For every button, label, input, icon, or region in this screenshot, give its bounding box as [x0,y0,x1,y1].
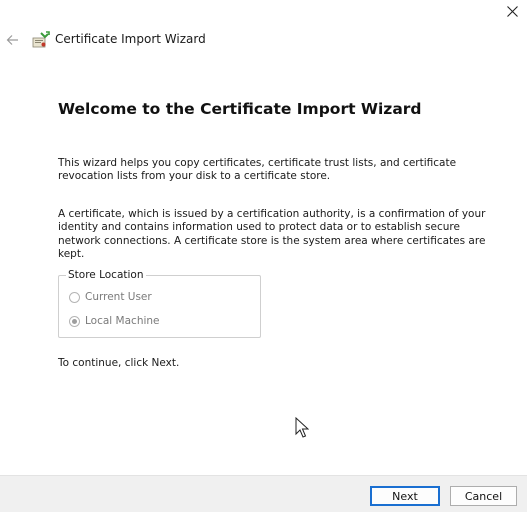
back-button[interactable] [3,29,21,51]
next-button[interactable]: Next [370,486,440,506]
store-location-legend: Store Location [66,269,146,281]
page-title: Welcome to the Certificate Import Wizard [58,100,422,118]
wizard-title: Certificate Import Wizard [55,32,206,46]
current-user-radio[interactable] [69,291,80,303]
local-machine-radio[interactable] [69,315,80,327]
close-button[interactable] [497,0,527,22]
certificate-wizard-icon [32,31,50,48]
store-location-group [58,275,261,338]
current-user-label: Current User [85,291,152,303]
continue-instruction: To continue, click Next. [58,357,180,369]
certificate-import-wizard-window: Certificate Import Wizard Welcome to the… [0,0,527,512]
mouse-cursor-icon [295,417,309,438]
wizard-footer: Next Cancel [0,475,527,512]
back-arrow-icon [6,35,18,45]
local-machine-option[interactable]: Local Machine [69,314,160,328]
intro-text: This wizard helps you copy certificates,… [58,157,457,183]
cancel-button[interactable]: Cancel [450,486,517,506]
close-icon [506,5,518,17]
description-text: A certificate, which is issued by a cert… [58,208,486,260]
wizard-header: Certificate Import Wizard [0,29,527,51]
current-user-option[interactable]: Current User [69,290,152,304]
local-machine-label: Local Machine [85,315,160,327]
